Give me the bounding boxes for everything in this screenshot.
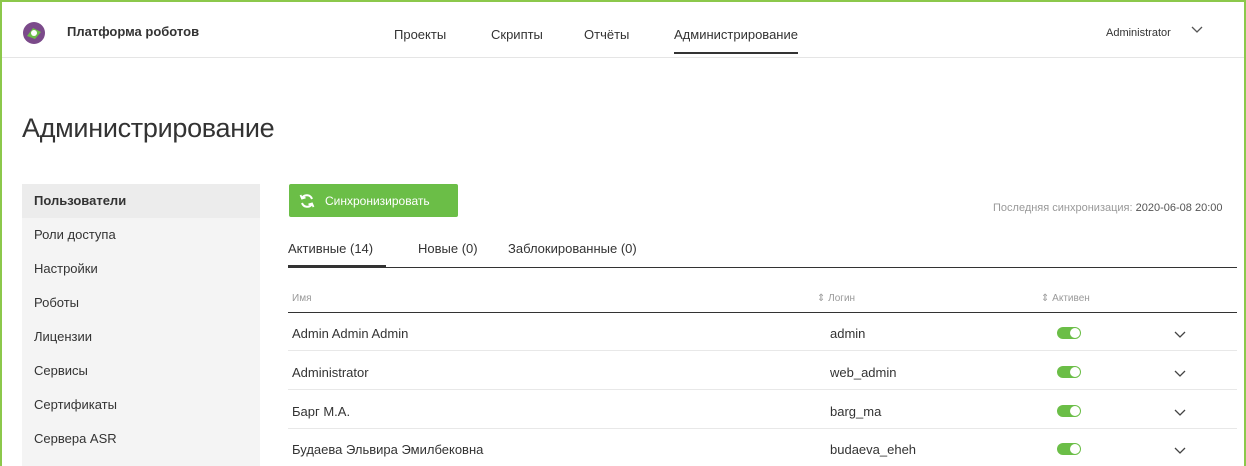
tab-blocked[interactable]: Заблокированные (0) (508, 241, 637, 268)
chevron-down-icon[interactable] (1174, 409, 1186, 417)
user-name: Administrator (292, 365, 369, 380)
user-login: barg_ma (830, 404, 882, 419)
sidebar-item-asr-servers[interactable]: Сервера ASR (22, 422, 260, 456)
user-name: Барг М.А. (292, 404, 351, 419)
sidebar-item-services[interactable]: Сервисы (22, 354, 260, 388)
nav-item-reports[interactable]: Отчёты (584, 27, 629, 42)
sidebar-item-users[interactable]: Пользователи (22, 184, 260, 218)
user-login: budaeva_eheh (830, 442, 917, 457)
nav-item-projects[interactable]: Проекты (394, 27, 446, 42)
user-status-tabs: Активные (14) Новые (0) Заблокированные … (288, 241, 1237, 268)
sort-icon: ⇕ (817, 293, 829, 304)
table-row[interactable]: Будаева Эльвира Эмилбековна budaeva_eheh (288, 429, 1237, 466)
chevron-down-icon[interactable] (1174, 370, 1186, 378)
user-name: Будаева Эльвира Эмилбековна (292, 442, 484, 457)
top-header: Платформа роботов Проекты Скрипты Отчёты… (2, 2, 1244, 58)
tab-active[interactable]: Активные (14) (288, 241, 387, 268)
last-sync-info: Последняя синхронизация: 2020-06-08 20:0… (993, 202, 1223, 214)
sidebar-item-roles[interactable]: Роли доступа (22, 218, 260, 252)
user-login: admin (830, 326, 866, 341)
sort-icon: ⇕ (1041, 293, 1053, 304)
table-row[interactable]: Барг М.А. barg_ma (288, 391, 1237, 429)
robot-logo-icon[interactable] (23, 22, 45, 44)
last-sync-label: Последняя синхронизация: (993, 202, 1133, 214)
table-row[interactable]: Admin Admin Admin admin (288, 313, 1237, 351)
column-header-active-label: Активен (1052, 293, 1090, 304)
active-toggle[interactable] (1057, 366, 1081, 378)
sync-button-label: Синхронизировать (325, 193, 430, 208)
column-header-login[interactable]: ⇕ Логин (817, 293, 855, 304)
user-menu[interactable]: Administrator (1106, 27, 1171, 39)
nav-item-scripts[interactable]: Скрипты (491, 27, 543, 42)
app-title[interactable]: Платформа роботов (67, 24, 199, 39)
sidebar-item-certificates[interactable]: Сертификаты (22, 388, 260, 422)
sidebar: Пользователи Роли доступа Настройки Робо… (22, 184, 260, 466)
tab-new[interactable]: Новые (0) (418, 241, 478, 268)
active-toggle[interactable] (1057, 443, 1081, 455)
refresh-icon (299, 193, 315, 208)
sync-button[interactable]: Синхронизировать (289, 184, 458, 217)
chevron-down-icon[interactable] (1174, 447, 1186, 455)
nav-item-administration[interactable]: Администрирование (674, 27, 798, 54)
sidebar-item-licenses[interactable]: Лицензии (22, 320, 260, 354)
tab-blocked-label: Заблокированные (0) (508, 241, 637, 256)
active-toggle[interactable] (1057, 327, 1081, 339)
sidebar-item-robots[interactable]: Роботы (22, 286, 260, 320)
table-row[interactable]: Administrator web_admin (288, 352, 1237, 390)
column-header-active[interactable]: ⇕ Активен (1041, 293, 1090, 304)
user-name: Admin Admin Admin (292, 326, 409, 341)
tab-active-label: Активные (14) (288, 241, 374, 256)
last-sync-value: 2020-06-08 20:00 (1135, 202, 1223, 214)
column-header-name[interactable]: Имя (292, 293, 311, 304)
column-header-login-label: Логин (828, 293, 856, 304)
chevron-down-icon[interactable] (1191, 26, 1203, 34)
sidebar-item-settings[interactable]: Настройки (22, 252, 260, 286)
tab-new-label: Новые (0) (418, 241, 478, 256)
page-title: Администрирование (22, 113, 275, 143)
user-login: web_admin (830, 365, 897, 380)
chevron-down-icon[interactable] (1174, 331, 1186, 339)
active-toggle[interactable] (1057, 405, 1081, 417)
